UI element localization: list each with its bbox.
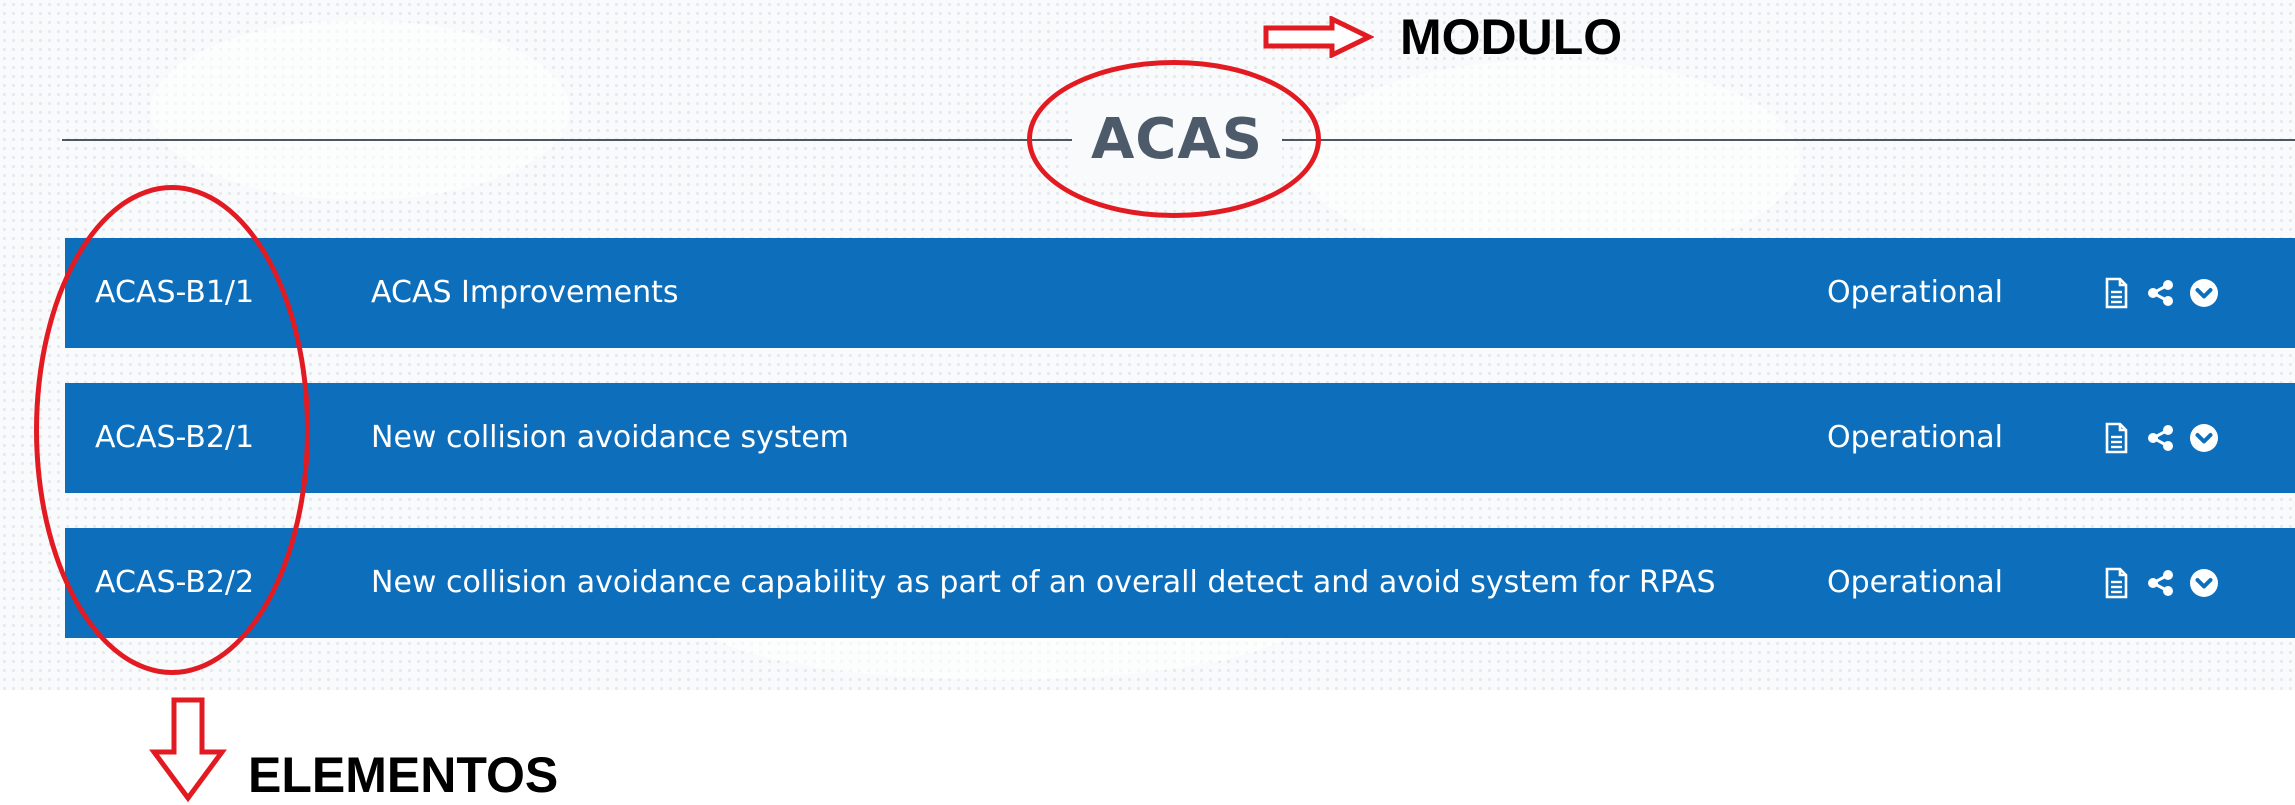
chevron-down-circle-icon[interactable] <box>2187 421 2221 455</box>
elements-label: ELEMENTOS <box>248 747 559 803</box>
share-icon[interactable] <box>2143 566 2177 600</box>
element-name[interactable]: ACAS Improvements <box>371 238 679 348</box>
element-status: Operational <box>1827 420 2004 455</box>
share-icon[interactable] <box>2143 421 2177 455</box>
element-row[interactable]: ACAS-B2/1 New collision avoidance system… <box>65 383 2295 493</box>
row-actions <box>2099 566 2219 600</box>
element-name[interactable]: New collision avoidance system <box>371 383 849 493</box>
element-row[interactable]: ACAS-B1/1 ACAS Improvements Operational <box>65 238 2295 348</box>
share-icon[interactable] <box>2143 276 2177 310</box>
module-annotation-oval <box>1027 60 1321 218</box>
element-status: Operational <box>1827 565 2004 600</box>
document-icon[interactable] <box>2099 421 2133 455</box>
element-name[interactable]: New collision avoidance capability as pa… <box>371 528 1716 638</box>
elements-arrow-icon <box>149 697 227 803</box>
document-icon[interactable] <box>2099 566 2133 600</box>
row-actions <box>2099 421 2219 455</box>
document-icon[interactable] <box>2099 276 2133 310</box>
module-arrow-icon <box>1263 16 1374 58</box>
chevron-down-circle-icon[interactable] <box>2187 566 2221 600</box>
element-status: Operational <box>1827 275 2004 310</box>
module-label: MODULO <box>1400 9 1623 65</box>
chevron-down-circle-icon[interactable] <box>2187 276 2221 310</box>
element-row[interactable]: ACAS-B2/2 New collision avoidance capabi… <box>65 528 2295 638</box>
row-actions <box>2099 276 2219 310</box>
elements-annotation-oval <box>34 185 310 675</box>
